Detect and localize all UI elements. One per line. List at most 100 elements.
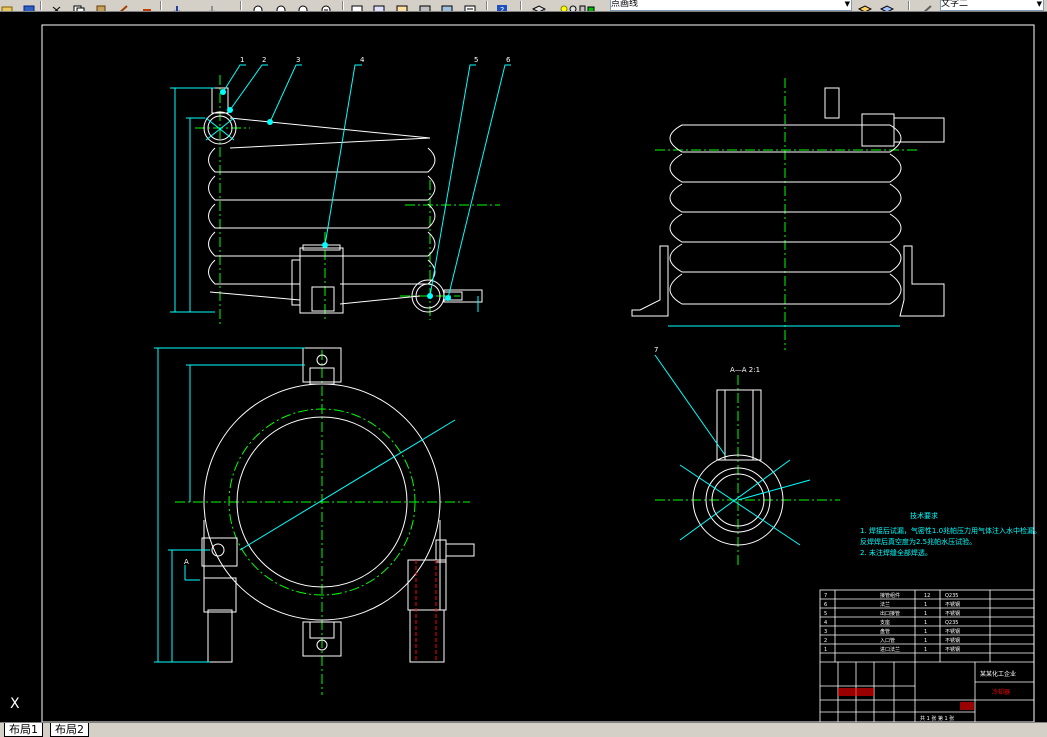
part-no: 3: [824, 629, 827, 635]
copy-icon[interactable]: [72, 0, 86, 11]
help-icon[interactable]: ?: [495, 0, 509, 11]
part-name: 支座: [880, 619, 890, 626]
part-material: 不锈钢: [945, 601, 960, 608]
ucs-icon: X: [10, 696, 20, 712]
front-view: [170, 64, 511, 325]
ucs-label: X: [10, 696, 20, 712]
standard-toolbar: ? 点画线 ▼ 文字二 ▼: [0, 0, 1047, 12]
part-qty: 1: [924, 629, 927, 635]
zoom-realtime-icon[interactable]: [252, 0, 266, 11]
title-block: [819, 589, 1035, 723]
toolbar-separator: [240, 1, 242, 10]
part-name: 盘管: [880, 628, 890, 635]
open-icon[interactable]: [0, 0, 14, 11]
tech-req-title: 技术要求: [910, 511, 938, 520]
layer-combo-value: 点画线: [611, 0, 639, 9]
zoom-window-icon[interactable]: [275, 0, 289, 11]
zoom-extents-icon[interactable]: [320, 0, 334, 11]
part-qty: 12: [924, 593, 930, 599]
section-title: A—A 2:1: [730, 366, 760, 374]
part-material: 不锈钢: [945, 628, 960, 635]
top-view: A: [154, 347, 475, 695]
part-qty: 1: [924, 602, 927, 608]
balloon-5: 5: [474, 56, 478, 64]
toolbar-separator: [160, 1, 162, 10]
part-qty: 1: [924, 638, 927, 644]
balloon-labels: 1 2 3 4 5 6: [240, 56, 511, 64]
balloon-1: 1: [240, 56, 244, 64]
tab-layout2[interactable]: 布局2: [50, 723, 89, 737]
design-center-icon[interactable]: [372, 0, 386, 11]
drawing-sheet[interactable]: 1 2 3 4 5 6 A A—A 2:1 7 技术要求 1. 焊接后试漏，气密…: [0, 12, 1047, 723]
part-name: 入口管: [880, 637, 895, 644]
part-qty: 1: [924, 611, 927, 617]
redo-icon[interactable]: [205, 0, 219, 11]
part-material: Q235: [945, 593, 958, 599]
chevron-down-icon: ▼: [844, 0, 850, 8]
markup-icon[interactable]: [440, 0, 454, 11]
sheet-set-icon[interactable]: [418, 0, 432, 11]
chevron-down-icon: ▼: [1036, 0, 1042, 8]
part-name: 法兰: [880, 601, 890, 608]
text-style-combo-value: 文字二: [941, 0, 969, 9]
part-material: 不锈钢: [945, 637, 960, 644]
drawing-name: 冷却器: [992, 688, 1010, 696]
part-qty: 1: [924, 647, 927, 653]
text-style-combo[interactable]: 文字二 ▼: [940, 0, 1044, 11]
section-view: A—A 2:1 7: [654, 346, 840, 565]
layer-tools-icon[interactable]: [879, 0, 895, 11]
tab-layout1[interactable]: 布局1: [4, 723, 43, 737]
tech-req-item-3: 2. 未注焊缝全部焊透。: [860, 548, 932, 557]
balloon-2: 2: [262, 56, 266, 64]
part-no: 1: [824, 647, 827, 653]
part-no: 7: [824, 593, 827, 599]
paste-icon[interactable]: [94, 0, 108, 11]
sheet-count: 共 1 张 第 1 张: [920, 715, 954, 722]
tech-req-item-2: 反焊焊后真空度为2.5兆帕水压试验。: [860, 537, 976, 546]
toolbar-separator: [342, 1, 344, 10]
section-callout: 7: [654, 346, 658, 354]
side-view: [631, 78, 945, 350]
calculator-icon[interactable]: [463, 0, 477, 11]
part-name: 进口法兰: [880, 646, 900, 653]
match-properties-icon[interactable]: [116, 0, 130, 11]
part-no: 2: [824, 638, 827, 644]
layer-manager-icon[interactable]: [531, 0, 547, 11]
part-material: Q235: [945, 620, 958, 626]
drawing-canvas[interactable]: 1 2 3 4 5 6 A A—A 2:1 7 技术要求 1. 焊接后试漏，气密…: [0, 12, 1047, 723]
tab-layout2-label: 布局2: [55, 723, 84, 736]
section-marker-a: A: [184, 558, 189, 566]
part-name: 接管组件: [880, 592, 900, 599]
sheet-border: [41, 24, 1035, 723]
zoom-previous-icon[interactable]: [297, 0, 311, 11]
layer-previous-icon[interactable]: [857, 0, 873, 11]
layer-combo[interactable]: 点画线 ▼: [610, 0, 852, 11]
toolbar-separator: [486, 1, 488, 10]
layer-state-icon[interactable]: [560, 0, 595, 11]
balloon-4: 4: [360, 56, 365, 64]
toolbar-separator: [40, 1, 42, 10]
properties-icon[interactable]: [350, 0, 364, 11]
tech-requirements: 技术要求 1. 焊接后试漏，气密性1.0兆帕压力用气体注入水中检漏。 反焊焊后真…: [860, 511, 1041, 557]
part-material: 不锈钢: [945, 610, 960, 617]
text-style-icon[interactable]: [920, 0, 934, 11]
part-name: 出口接管: [880, 610, 900, 617]
pan-icon[interactable]: [170, 0, 184, 11]
tab-layout1-label: 布局1: [9, 723, 38, 736]
cut-icon[interactable]: [50, 0, 64, 11]
tool-palettes-icon[interactable]: [395, 0, 409, 11]
part-no: 6: [824, 602, 827, 608]
toolbar-separator: [908, 1, 910, 10]
balloon-6: 6: [506, 56, 511, 64]
part-material: 不锈钢: [945, 646, 960, 653]
save-icon[interactable]: [22, 0, 36, 11]
signature-stamp: [838, 688, 874, 696]
parts-row-7: 7 接管组件 12 Q235: [824, 592, 958, 599]
tech-req-item-1: 1. 焊接后试漏，气密性1.0兆帕压力用气体注入水中检漏。: [860, 526, 1041, 535]
company-name: 某某化工企业: [980, 670, 1016, 678]
part-no: 5: [824, 611, 827, 617]
part-qty: 1: [924, 620, 927, 626]
toolbar-separator: [520, 1, 522, 10]
undo-icon[interactable]: [140, 0, 154, 11]
scale-stamp: [960, 702, 974, 710]
